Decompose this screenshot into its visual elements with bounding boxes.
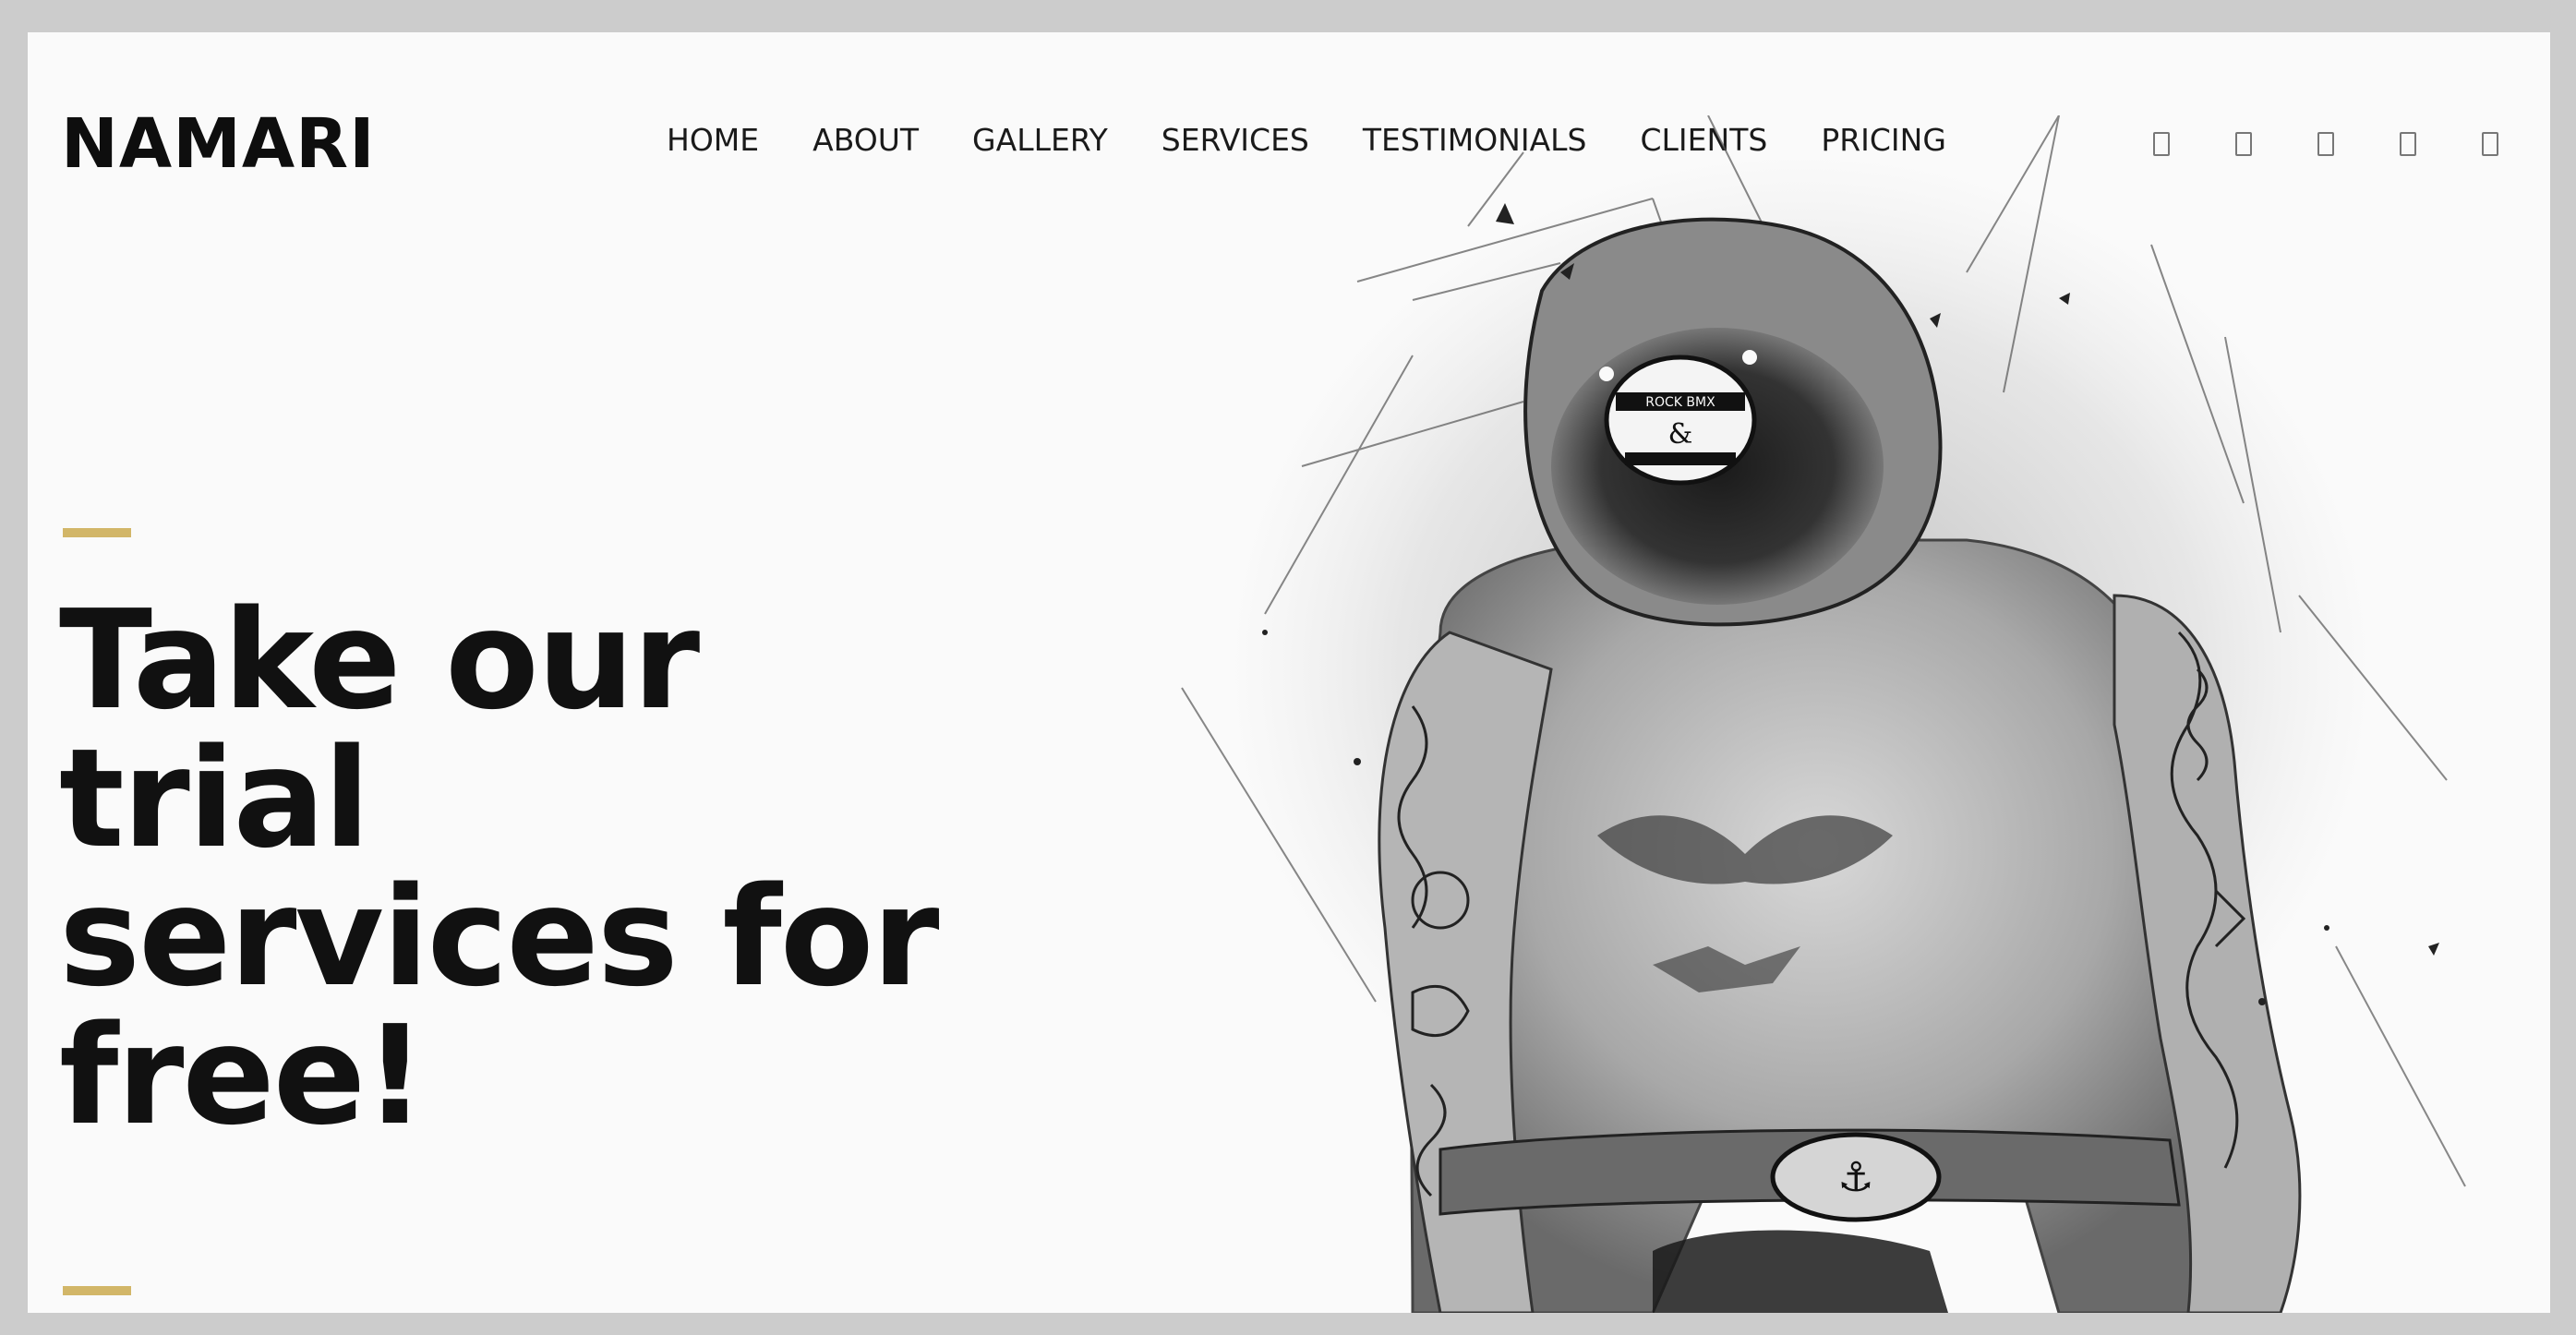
cap-eyelet-left xyxy=(1599,367,1614,381)
accent-bar-top xyxy=(63,528,131,537)
accent-bar-bottom xyxy=(63,1286,131,1295)
hero-title-line-4: free! xyxy=(59,996,427,1155)
cap-badge-text: ROCK BMX xyxy=(1645,395,1715,410)
anchor-icon: ⚓ xyxy=(1837,1154,1873,1201)
nav-item-gallery[interactable]: GALLERY xyxy=(972,125,1108,155)
hero-title-line-3: services for xyxy=(59,858,939,1016)
lower-shadow xyxy=(1653,1230,1948,1313)
page-frame: NAMARI HOME ABOUT GALLERY SERVICES TESTI… xyxy=(28,32,2550,1313)
nav-item-about[interactable]: ABOUT xyxy=(813,125,919,155)
hero-title: Take our trial services for free! xyxy=(59,591,1075,1145)
nav-item-home[interactable]: HOME xyxy=(667,125,759,155)
site-logo[interactable]: NAMARI xyxy=(61,110,376,178)
cap-eyelet-right xyxy=(1742,350,1757,365)
ampersand-glyph: & xyxy=(1668,418,1693,451)
hero-title-line-2: trial xyxy=(59,719,370,878)
cap-badge: ROCK BMX & xyxy=(1604,355,1757,486)
hero-illustration: ROCK BMX & ⚓ xyxy=(1181,115,2466,1313)
hero-title-line-1: Take our xyxy=(59,581,700,740)
